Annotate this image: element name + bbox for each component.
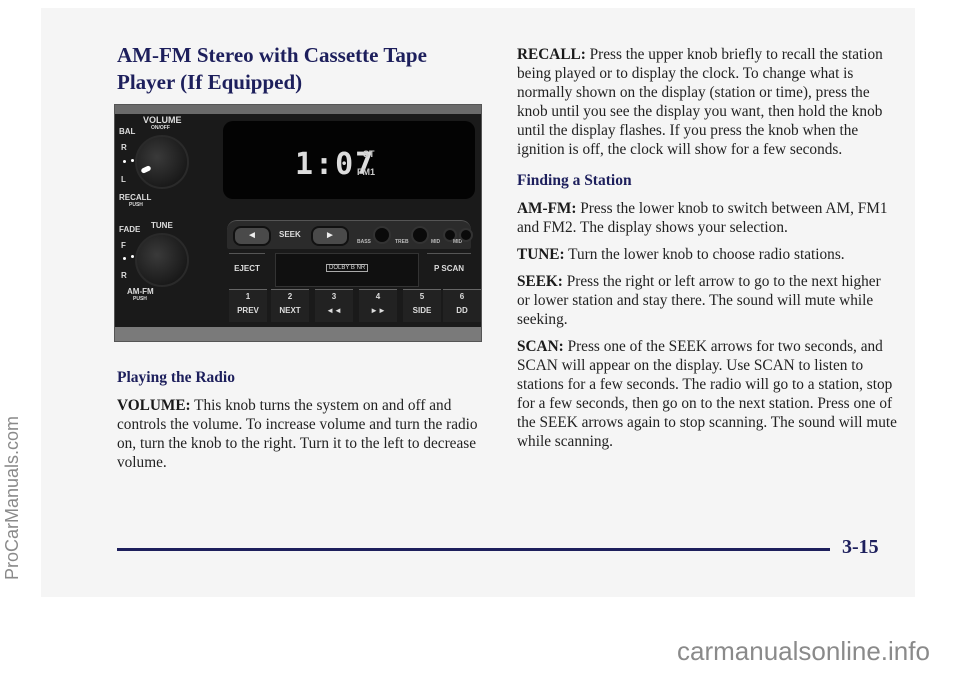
section-heading-playing: Playing the Radio [117,369,235,386]
amfm-paragraph: AM-FM: Press the lower knob to switch be… [517,199,897,237]
treb-label: TREB [395,239,409,245]
recall-term: RECALL: [517,46,586,63]
preset-number: 1 [245,292,251,301]
dolby-icon: DD [456,306,468,315]
tune-term: TUNE: [517,246,565,263]
preset-number: 6 [459,292,465,301]
preset-function: SIDE [412,306,432,315]
fade-label: FADE [119,225,141,234]
display-band: FM1 [357,167,375,177]
eject-button[interactable]: EJECT [229,253,265,284]
preset-function: PREV [237,306,259,315]
fade-rear-label: R [121,271,127,280]
bass-label: BASS [357,239,371,245]
preset-button-6[interactable]: 6 DD [443,289,481,322]
rewind-icon: ◄◄ [326,306,342,315]
tune-knob[interactable] [135,233,189,287]
preset-number: 4 [375,292,381,301]
seek-paragraph: SEEK: Press the right or left arrow to g… [517,272,897,329]
volume-term: VOLUME: [117,397,191,414]
arrow-left-icon: ◄ [247,230,257,241]
tune-text: Turn the lower knob to choose radio stat… [564,246,845,263]
mid2-knob[interactable] [459,228,473,242]
volume-sub-label: ON/OFF [151,125,170,131]
recall-paragraph: RECALL: Press the upper knob briefly to … [517,45,897,159]
tune-label: TUNE [151,221,173,230]
preset-button-3[interactable]: 3 ◄◄ [315,289,353,322]
arrow-right-icon: ► [325,230,335,241]
seek-label: SEEK [279,230,301,239]
amfm-label: AM-FM [127,287,154,296]
preset-number: 2 [287,292,293,301]
amfm-term: AM-FM: [517,200,577,217]
seek-term: SEEK: [517,273,563,290]
radio-top-trim [115,105,481,114]
preset-number: 5 [419,292,425,301]
bal-label: BAL [119,127,136,136]
recall-sub-label: PUSH [129,202,143,208]
amfm-sub-label: PUSH [133,296,147,302]
dot-icon [131,159,134,162]
volume-paragraph: VOLUME: This knob turns the system on an… [117,396,487,472]
treble-knob[interactable] [411,226,429,244]
volume-label: VOLUME [143,115,182,125]
scan-text: Press one of the SEEK arrows for two sec… [517,338,897,450]
preset-button-2[interactable]: 2 NEXT [271,289,309,322]
radio-bottom-trim [115,327,481,341]
dolby-badge: DOLBY B NR [326,264,369,272]
preset-button-1[interactable]: 1 PREV [229,289,267,322]
recall-label: RECALL [119,193,152,202]
preset-button-4[interactable]: 4 ►► [359,289,397,322]
preset-button-5[interactable]: 5 SIDE [403,289,441,322]
tune-paragraph: TUNE: Turn the lower knob to choose radi… [517,245,897,264]
watermark-side: ProCarManuals.com [2,415,22,580]
fade-front-label: F [121,241,126,250]
preset-function: NEXT [279,306,301,315]
fast-forward-icon: ►► [370,306,386,315]
display-stereo-indicator: ST [363,149,375,159]
mid-label: MID [431,239,441,245]
page-number: 3-15 [842,536,879,558]
bal-left-label: L [121,175,126,184]
bal-right-label: R [121,143,127,152]
preset-number: 3 [331,292,337,301]
seek-right-button[interactable]: ► [311,226,349,246]
bass-knob[interactable] [373,226,391,244]
seek-tone-bar: ◄ SEEK ► BASS TREB MID MID [227,220,473,249]
page-title: AM-FM Stereo with Cassette Tape Player (… [117,43,427,94]
footer-rule [117,548,830,551]
section-heading-finding: Finding a Station [517,172,632,189]
radio-photo: 1:07 ST FM1 VOLUME ON/OFF BAL R L RECALL… [114,104,482,342]
cassette-slot: DOLBY B NR [275,253,419,287]
scan-term: SCAN: [517,338,564,355]
dot-icon [131,255,134,258]
scan-paragraph: SCAN: Press one of the SEEK arrows for t… [517,337,897,451]
pscan-button[interactable]: P SCAN [427,253,471,284]
watermark-bottom: carmanualsonline.info [677,636,930,666]
seek-text: Press the right or left arrow to go to t… [517,273,881,328]
left-column: Playing the Radio VOLUME: This knob turn… [117,368,487,472]
right-column: RECALL: Press the upper knob briefly to … [517,45,897,451]
volume-knob[interactable] [135,135,189,189]
dot-icon [123,257,126,260]
seek-left-button[interactable]: ◄ [233,226,271,246]
dot-icon [123,160,126,163]
